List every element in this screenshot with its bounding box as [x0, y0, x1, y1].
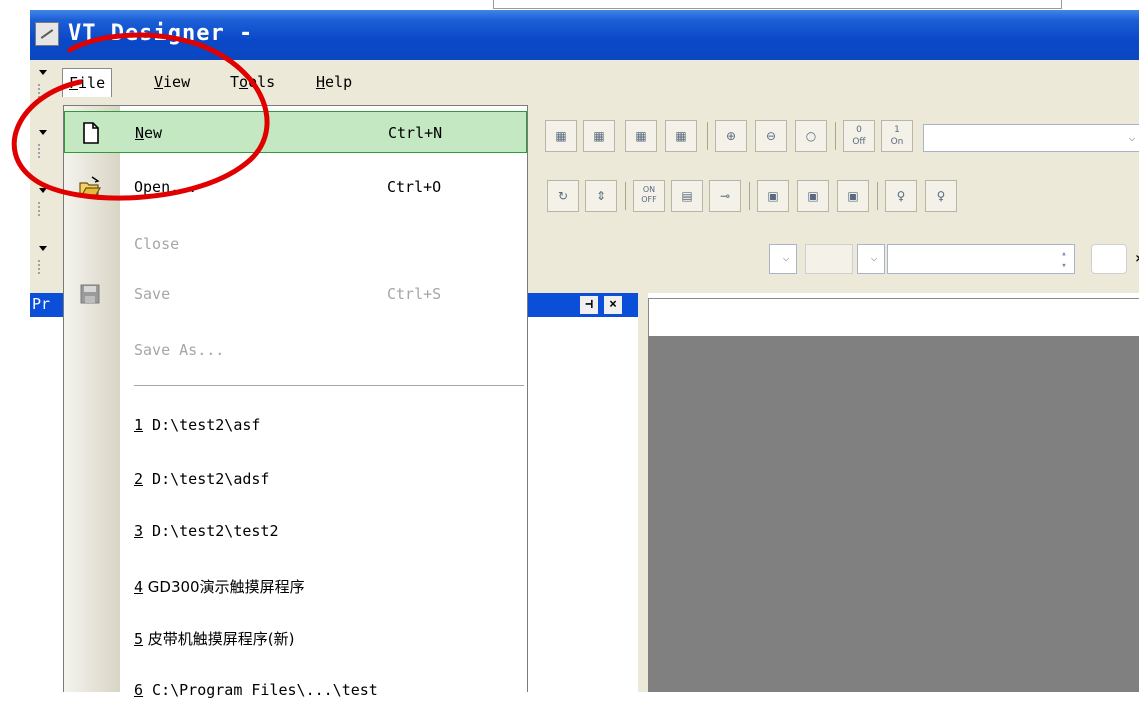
- menu-save-shortcut: Ctrl+S: [387, 285, 442, 303]
- recent-4-path: GD300演示触摸屏程序: [143, 578, 305, 596]
- menu-item-new[interactable]: New Ctrl+N: [64, 111, 527, 153]
- menu-tools-pre: T: [230, 73, 240, 91]
- updown-icon[interactable]: ⇕: [585, 180, 617, 212]
- menu-tools[interactable]: Tools: [224, 68, 281, 96]
- recent-5-path: 皮带机触摸屏程序(新): [143, 630, 295, 648]
- menu-open-shortcut: Ctrl+O: [387, 178, 442, 196]
- toolbar3-grip[interactable]: [36, 240, 48, 284]
- menu-item-recent-3[interactable]: 3 D:\test2\test2: [64, 510, 527, 552]
- frame-icon[interactable]: ▣: [757, 180, 789, 212]
- frame-2-icon[interactable]: ▣: [797, 180, 829, 212]
- recent-5-num: 5: [134, 630, 144, 648]
- save-disk-icon: [80, 284, 100, 304]
- menu-view-mnemonic: V: [154, 73, 164, 91]
- menu-new-shortcut: Ctrl+N: [388, 124, 443, 142]
- workspace-area[interactable]: [648, 336, 1139, 692]
- title-bar[interactable]: VT Designer -: [30, 10, 1139, 60]
- draw-tool-1-icon[interactable]: ▦: [545, 120, 577, 152]
- draw-tool-2-icon[interactable]: ▦: [583, 120, 615, 152]
- toolbar1-grip[interactable]: [36, 124, 48, 168]
- toolbar-more-chevron[interactable]: »: [1135, 246, 1139, 274]
- zoom-out-icon[interactable]: ⊖: [755, 120, 787, 152]
- menu-file-mnemonic: F: [69, 74, 79, 92]
- menu-item-recent-5[interactable]: 5 皮带机触摸屏程序(新): [64, 616, 527, 658]
- off-state-icon[interactable]: 0 Off: [843, 120, 875, 152]
- menu-item-open[interactable]: Open... Ctrl+O: [64, 166, 527, 208]
- menu-help-rest: elp: [325, 73, 353, 91]
- onoff-switch-icon[interactable]: ON OFF: [633, 180, 665, 212]
- menu-item-recent-6[interactable]: 6 C:\Program Files\...\test: [64, 669, 527, 711]
- menu-view-rest: iew: [163, 73, 191, 91]
- pin-icon[interactable]: ⊣: [580, 296, 598, 314]
- recent-4-num: 4: [134, 578, 144, 596]
- lamp-meter-icon[interactable]: ♀: [925, 180, 957, 212]
- color-box[interactable]: [1091, 244, 1127, 274]
- recent-2-num: 2: [134, 470, 144, 488]
- key-icon[interactable]: ⊸: [709, 180, 741, 212]
- zoom-icon[interactable]: ○: [795, 120, 827, 152]
- menu-help[interactable]: Help: [310, 68, 358, 96]
- menu-view[interactable]: View: [148, 68, 196, 96]
- menubar-grip[interactable]: [36, 64, 48, 108]
- menu-item-close[interactable]: Close: [64, 223, 527, 265]
- recent-1-path: D:\test2\asf: [143, 416, 261, 434]
- menu-item-recent-2[interactable]: 2 D:\test2\adsf: [64, 458, 527, 500]
- address-box: [493, 0, 1062, 9]
- value-spinner[interactable]: ▴ ▾: [887, 244, 1075, 274]
- menu-item-recent-4[interactable]: 4 GD300演示触摸屏程序: [64, 564, 527, 606]
- project-panel-title: Pr: [32, 295, 51, 313]
- panel-close-icon[interactable]: ×: [604, 296, 622, 314]
- lamp-icon[interactable]: ♀: [885, 180, 917, 212]
- draw-tool-4-icon[interactable]: ▦: [665, 120, 697, 152]
- on-state-icon[interactable]: 1 On: [881, 120, 913, 152]
- menu-tools-rest: ols: [248, 73, 276, 91]
- menu-tools-mnemonic: o: [239, 73, 249, 91]
- font-dropdown[interactable]: ⌵: [769, 244, 797, 274]
- menu-saveas-label: Save As...: [134, 341, 225, 359]
- new-document-icon: [83, 122, 99, 144]
- app-icon[interactable]: [35, 22, 59, 46]
- workspace-tab-strip: [648, 298, 1139, 337]
- recent-3-path: D:\test2\test2: [143, 522, 279, 540]
- menu-separator: [134, 385, 524, 386]
- size-box[interactable]: [805, 244, 853, 274]
- menu-help-mnemonic: H: [316, 73, 326, 91]
- size-dropdown[interactable]: ⌵: [857, 244, 885, 274]
- toolbar1-dropdown[interactable]: ⌵: [923, 124, 1139, 152]
- menu-close-label: Close: [134, 235, 180, 253]
- menu-open-label: Open...: [134, 178, 198, 196]
- rotate-icon[interactable]: ↻: [547, 180, 579, 212]
- recent-6-path: C:\Program Files\...\test: [143, 681, 378, 699]
- recent-1-num: 1: [134, 416, 144, 434]
- left-margin: [0, 10, 30, 692]
- frame-3-icon[interactable]: ▣: [837, 180, 869, 212]
- window-title: VT Designer -: [68, 21, 254, 46]
- menu-item-recent-1[interactable]: 1 D:\test2\asf: [64, 404, 527, 446]
- recent-3-num: 3: [134, 522, 144, 540]
- recent-6-num: 6: [134, 681, 144, 699]
- menu-file-rest: ile: [78, 74, 106, 92]
- menu-save-label: Save: [134, 285, 171, 303]
- draw-tool-3-icon[interactable]: ▦: [625, 120, 657, 152]
- menu-new-label: New: [135, 124, 163, 142]
- panel-splitter[interactable]: [638, 293, 648, 692]
- menu-file[interactable]: File: [62, 68, 113, 97]
- zoom-in-icon[interactable]: ⊕: [715, 120, 747, 152]
- menu-item-save[interactable]: Save Ctrl+S: [64, 273, 527, 315]
- file-menu: New Ctrl+N Open... Ctrl+O Close Save Ctr…: [63, 105, 528, 699]
- menu-item-save-as[interactable]: Save As...: [64, 329, 527, 371]
- recent-2-path: D:\test2\adsf: [143, 470, 270, 488]
- toolbar2-grip[interactable]: [36, 182, 48, 226]
- keypad-icon[interactable]: ▤: [671, 180, 703, 212]
- open-folder-icon: [79, 176, 102, 196]
- top-strip: [0, 0, 1139, 10]
